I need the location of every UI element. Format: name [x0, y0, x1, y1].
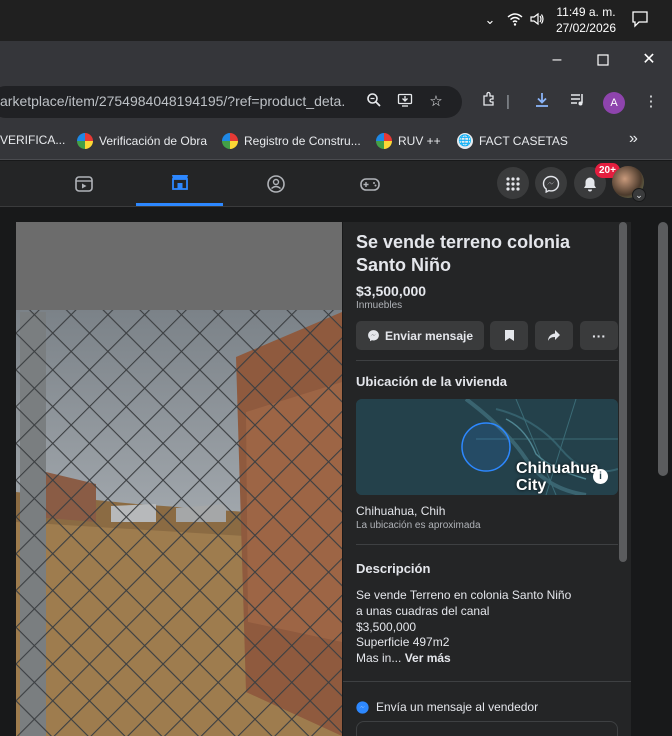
listing-category[interactable]: Inmuebles — [356, 300, 402, 311]
volume-icon[interactable] — [529, 11, 545, 29]
clock-time: 11:49 a. m. — [556, 5, 616, 19]
bookmark-item[interactable]: VERIFICA... — [0, 133, 65, 147]
minimize-button[interactable]: – — [534, 41, 580, 79]
bookmarks-bar: VERIFICA... Verificación de Obra Registr… — [0, 124, 672, 160]
globe-icon: 🌐 — [457, 133, 473, 149]
bell-icon — [584, 177, 596, 192]
share-button[interactable] — [535, 321, 573, 350]
system-clock[interactable]: 11:49 a. m. 27/02/2026 — [556, 4, 616, 36]
bookmark-item[interactable]: Registro de Constru... — [222, 133, 361, 149]
listing-title: Se vende terreno colonia Santo Niño — [356, 232, 571, 275]
groups-icon — [266, 174, 285, 193]
location-heading: Ubicación de la vivienda — [356, 374, 507, 389]
divider — [343, 681, 631, 682]
tab-groups[interactable] — [232, 161, 319, 206]
info-icon[interactable]: i — [593, 469, 608, 484]
messenger-icon — [368, 330, 379, 342]
chevron-up-icon[interactable]: ⌄ — [482, 11, 498, 29]
bookmark-item[interactable]: 🌐 FACT CASETAS — [457, 133, 568, 149]
panel-scrollbar[interactable] — [619, 222, 627, 562]
divider — [356, 360, 618, 361]
divider — [356, 544, 618, 545]
profile-avatar[interactable]: A — [603, 92, 625, 114]
os-taskbar: ⌄ 11:49 a. m. 27/02/2026 — [0, 0, 672, 41]
description-heading: Descripción — [356, 561, 431, 576]
facebook-top-nav — [0, 161, 672, 207]
listing-photo[interactable] — [16, 222, 342, 736]
location-map[interactable]: Chihuahua City i — [356, 399, 618, 495]
share-icon — [548, 330, 560, 341]
bookmark-label: Verificación de Obra — [99, 134, 208, 148]
tab-watch[interactable] — [40, 161, 127, 206]
messenger-icon — [356, 700, 369, 714]
maximize-button[interactable] — [580, 41, 626, 79]
message-input[interactable] — [356, 721, 618, 736]
clock-date: 27/02/2026 — [555, 21, 616, 35]
messenger-button[interactable] — [535, 167, 567, 199]
see-more-link[interactable]: Ver más — [405, 651, 451, 665]
location-note: La ubicación es aproximada — [356, 520, 481, 531]
browser-toolbar: arketplace/item/2754984048194195/?ref=pr… — [0, 79, 672, 124]
url-text[interactable]: arketplace/item/2754984048194195/?ref=pr… — [0, 93, 345, 109]
tab-marketplace[interactable] — [136, 161, 223, 206]
send-message-button[interactable]: Enviar mensaje — [356, 321, 484, 350]
terrain-photo-image — [16, 222, 342, 736]
extensions-icon[interactable] — [478, 91, 500, 113]
video-icon — [74, 175, 93, 192]
marketplace-icon — [171, 175, 188, 190]
wifi-icon[interactable] — [507, 11, 523, 29]
listing-details-panel: Se vende terreno colonia Santo Niño $3,5… — [343, 222, 631, 736]
ruv-favicon-icon — [376, 133, 392, 149]
notification-center-icon[interactable] — [631, 10, 649, 28]
bookmark-item[interactable]: RUV ++ — [376, 133, 441, 149]
bookmark-icon — [504, 330, 514, 341]
ruv-favicon-icon — [77, 133, 93, 149]
ruv-favicon-icon — [222, 133, 238, 149]
ellipsis-icon: ··· — [592, 327, 606, 344]
bookmark-item[interactable]: Verificación de Obra — [77, 133, 207, 149]
bookmark-star-icon[interactable]: ☆ — [426, 92, 446, 112]
save-button[interactable] — [490, 321, 528, 350]
install-app-icon[interactable] — [395, 92, 415, 112]
bookmark-label: RUV ++ — [398, 134, 441, 148]
bookmark-label: FACT CASETAS — [479, 134, 568, 148]
downloads-icon[interactable] — [531, 91, 553, 113]
toolbar-separator: | — [506, 93, 510, 110]
page-scrollbar[interactable] — [658, 222, 668, 476]
bookmark-label: VERIFICA... — [0, 133, 66, 147]
more-bookmarks-button[interactable]: » — [629, 130, 638, 148]
bookmark-label: Registro de Constru... — [244, 134, 361, 148]
account-chevron-icon[interactable]: ⌄ — [632, 188, 646, 202]
media-control-icon[interactable] — [567, 91, 589, 113]
message-seller-section: Envía un mensaje al vendedor — [356, 700, 538, 714]
more-options-button[interactable]: ··· — [580, 321, 618, 350]
close-button[interactable]: ✕ — [626, 41, 672, 79]
description-text: Se vende Terreno en colonia Santo Niño a… — [356, 588, 571, 667]
menu-grid-button[interactable] — [497, 167, 529, 199]
messenger-icon — [542, 176, 560, 194]
description-body: Se vende Terreno en colonia Santo Niño a… — [356, 588, 572, 666]
gaming-icon — [359, 177, 380, 191]
location-text: Chihuahua, Chih — [356, 504, 446, 518]
tab-gaming[interactable] — [326, 161, 413, 206]
listing-price: $3,500,000 — [356, 283, 427, 299]
send-message-label: Enviar mensaje — [384, 328, 474, 343]
zoom-icon[interactable] — [364, 92, 384, 112]
address-bar[interactable]: arketplace/item/2754984048194195/?ref=pr… — [0, 86, 462, 118]
chrome-menu-icon[interactable]: ⋮ — [640, 91, 662, 113]
browser-title-bar: – ✕ — [0, 41, 672, 79]
menu-grid-icon — [506, 177, 520, 191]
message-seller-label: Envía un mensaje al vendedor — [376, 700, 539, 714]
